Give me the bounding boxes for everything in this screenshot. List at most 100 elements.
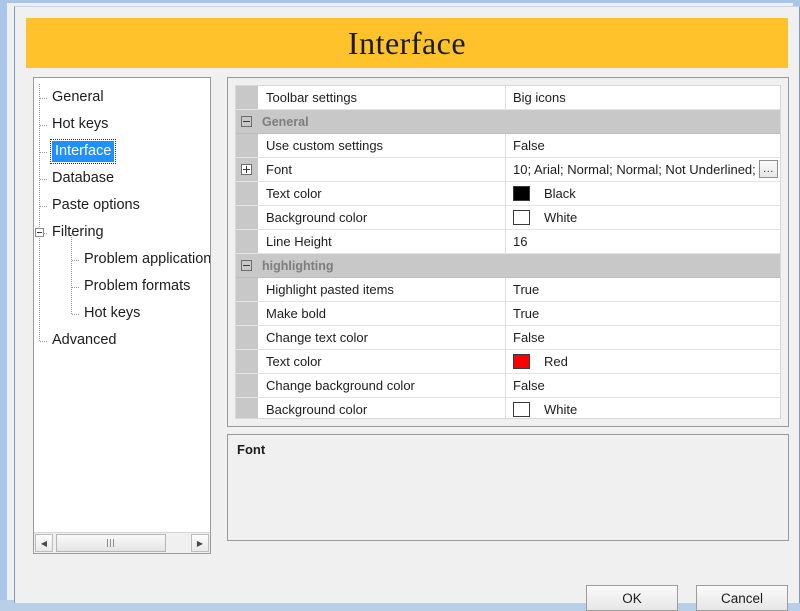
property-collapse-icon[interactable] [241,260,252,271]
property-name: General [258,110,506,133]
property-gutter [236,326,258,349]
property-value [506,254,780,277]
description-title: Font [237,442,779,457]
tree-connector-line [40,152,47,153]
property-name: Background color [258,206,506,229]
property-gutter [236,374,258,397]
tree-item-database[interactable]: Database [34,165,210,192]
description-panel: Font [227,434,789,541]
property-name: Line Height [258,230,506,253]
tree-item-advanced[interactable]: Advanced [34,327,210,354]
tree-item-hot-keys[interactable]: Hot keys [34,300,210,327]
color-swatch-icon [513,402,530,417]
tree-item-problem-applications[interactable]: Problem applications [34,246,210,273]
property-value[interactable]: Black [506,182,780,205]
tree-item-problem-formats[interactable]: Problem formats [34,273,210,300]
tree-item-label: Database [52,165,114,192]
color-swatch-icon [513,210,530,225]
property-value[interactable]: 16 [506,230,780,253]
property-name: Highlight pasted items [258,278,506,301]
property-name: Change background color [258,374,506,397]
tree-item-interface[interactable]: Interface [34,138,210,165]
color-name-label: White [544,402,577,417]
scroll-right-arrow-icon[interactable]: ▶ [191,534,209,552]
page-title: Interface [348,25,466,62]
property-gutter [236,158,258,181]
tree-item-label: Filtering [52,219,104,246]
property-row[interactable]: Highlight pasted itemsTrue [236,278,780,302]
property-value[interactable]: White [506,398,780,419]
property-gutter [236,86,258,109]
property-name: Text color [258,182,506,205]
cancel-button[interactable]: Cancel [696,585,788,611]
ok-button[interactable]: OK [586,585,678,611]
window-client-area: Interface GeneralHot keysInterfaceDataba… [14,6,800,603]
property-value-text: 10; Arial; Normal; Normal; Not Underline… [513,162,756,177]
property-row[interactable]: Use custom settingsFalse [236,134,780,158]
property-value[interactable]: False [506,134,780,157]
property-row[interactable]: Change background color False [236,374,780,398]
property-row[interactable]: Text color Red [236,350,780,374]
tree-item-filtering[interactable]: Filtering [34,219,210,246]
tree-item-hot-keys[interactable]: Hot keys [34,111,210,138]
tree-connector-line [40,125,47,126]
tree-item-general[interactable]: General [34,84,210,111]
scroll-left-arrow-icon[interactable]: ◀ [35,534,53,552]
tree-collapse-icon[interactable] [35,228,44,237]
tree-item-label: Hot keys [52,111,108,138]
property-name: Toolbar settings [258,86,506,109]
scrollbar-grip-icon [107,539,116,547]
tree-connector-line [72,314,79,315]
property-name: highlighting [258,254,506,277]
scrollbar-thumb[interactable] [56,534,166,552]
property-row[interactable]: Change text colorFalse [236,326,780,350]
settings-tree[interactable]: GeneralHot keysInterfaceDatabasePaste op… [34,78,210,531]
ellipsis-button[interactable]: ... [759,160,778,178]
property-value[interactable]: True [506,302,780,325]
property-gutter [236,398,258,419]
property-expand-icon[interactable] [241,164,252,175]
property-row[interactable]: Toolbar settingsBig icons [236,86,780,110]
property-gutter [236,230,258,253]
property-row[interactable]: Make bold True [236,302,780,326]
tree-item-label: General [52,84,104,111]
property-category-row[interactable]: General [236,110,780,134]
settings-tree-panel: GeneralHot keysInterfaceDatabasePaste op… [33,77,211,554]
tree-connector-line [72,287,79,288]
property-row[interactable]: Background colorWhite [236,398,780,419]
tree-item-label: Problem formats [84,273,190,300]
property-name: Text color [258,350,506,373]
property-value-text: True [513,306,539,321]
tree-item-paste-options[interactable]: Paste options [34,192,210,219]
property-value[interactable]: Big icons [506,86,780,109]
property-row[interactable]: Font10; Arial; Normal; Normal; Not Under… [236,158,780,182]
color-name-label: Red [544,354,568,369]
property-gutter [236,110,258,133]
property-row[interactable]: Line Height16 [236,230,780,254]
property-category-row[interactable]: highlighting [236,254,780,278]
property-collapse-icon[interactable] [241,116,252,127]
property-grid[interactable]: Toolbar settingsBig iconsGeneralUse cust… [235,85,781,419]
tree-item-label: Interface [52,141,114,162]
property-value[interactable]: White [506,206,780,229]
color-swatch-icon [513,186,530,201]
tree-connector-line [40,179,47,180]
property-row[interactable]: Text color Black [236,182,780,206]
tree-item-label: Problem applications [84,246,210,273]
color-name-label: Black [544,186,576,201]
property-value[interactable]: Red [506,350,780,373]
property-value[interactable]: 10; Arial; Normal; Normal; Not Underline… [506,158,780,181]
property-name: Make bold [258,302,506,325]
property-value[interactable]: False [506,374,780,397]
property-value-text: False [513,378,545,393]
tree-horizontal-scrollbar[interactable]: ◀ ▶ [34,532,210,553]
property-gutter [236,254,258,277]
tree-connector-line [72,260,79,261]
tree-connector-line [40,341,47,342]
property-value[interactable]: False [506,326,780,349]
property-row[interactable]: Background colorWhite [236,206,780,230]
tree-item-label: Advanced [52,327,117,354]
property-value-text: False [513,138,545,153]
settings-window: Interface GeneralHot keysInterfaceDataba… [0,0,800,600]
property-value[interactable]: True [506,278,780,301]
